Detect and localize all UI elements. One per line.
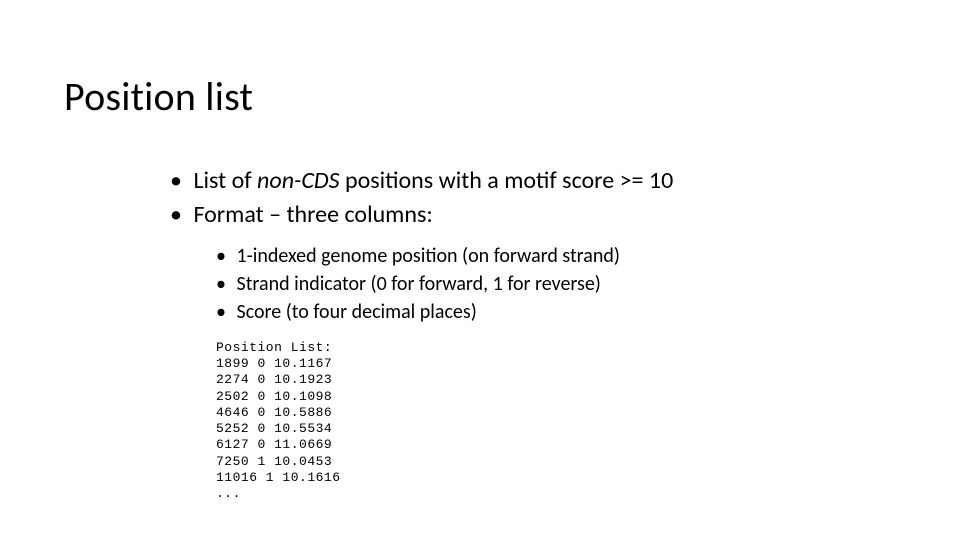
bullet-text: Score (to four decimal places) <box>237 300 477 324</box>
bullet-em: non-CDS <box>257 166 340 195</box>
body-content: • List of non-CDS positions with a motif… <box>170 165 900 502</box>
bullet-dot-icon: • <box>170 165 188 197</box>
bullet-text: positions with a motif score >= 10 <box>340 166 674 195</box>
position-list-output: Position List: 1899 0 10.1167 2274 0 10.… <box>216 340 900 503</box>
bullet-dot-icon: • <box>216 298 232 326</box>
bullet-text: Format – three columns: <box>193 200 432 229</box>
page-title: Position list <box>64 72 253 121</box>
bullet-level1: • Format – three columns: <box>170 199 900 231</box>
bullet-dot-icon: • <box>170 199 188 231</box>
bullet-level1: • List of non-CDS positions with a motif… <box>170 165 900 197</box>
bullet-level2: • 1-indexed genome position (on forward … <box>216 242 900 270</box>
bullet-dot-icon: • <box>216 270 232 298</box>
bullet-level2: • Strand indicator (0 for forward, 1 for… <box>216 270 900 298</box>
bullet-sublist: • 1-indexed genome position (on forward … <box>216 242 900 326</box>
bullet-text: List of <box>193 166 257 195</box>
bullet-text: Strand indicator (0 for forward, 1 for r… <box>237 272 601 296</box>
bullet-dot-icon: • <box>216 242 232 270</box>
bullet-text: 1-indexed genome position (on forward st… <box>237 244 620 268</box>
slide: Position list • List of non-CDS position… <box>0 0 960 540</box>
bullet-level2: • Score (to four decimal places) <box>216 298 900 326</box>
